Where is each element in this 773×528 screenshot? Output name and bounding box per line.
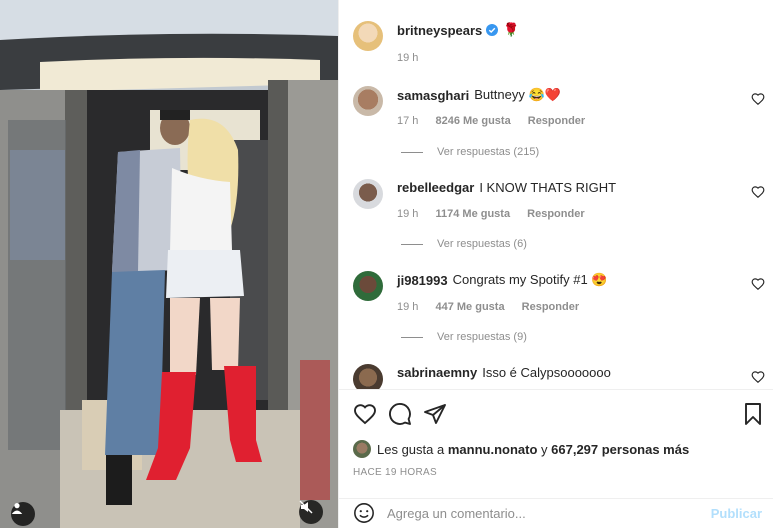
likes-connector: y — [541, 441, 548, 457]
likes-summary: Les gusta a mannu.nonato y 667,297 perso… — [353, 440, 689, 458]
comment-like-heart-icon[interactable] — [751, 92, 765, 106]
save-icon[interactable] — [741, 402, 765, 426]
comment-like-heart-icon[interactable] — [751, 277, 765, 291]
liker-avatar[interactable] — [353, 440, 371, 458]
reply-button[interactable]: Responder — [527, 208, 584, 220]
comment-text: Congrats my Spotify #1 😍 — [452, 272, 608, 287]
comment-likes[interactable]: 447 Me gusta — [435, 301, 504, 313]
reply-button[interactable]: Responder — [528, 115, 585, 127]
comment-meta: 19 h 1174 Me gusta Responder — [397, 208, 585, 220]
heart-icon[interactable] — [353, 402, 377, 426]
post-timestamp: HACE 19 HORAS — [353, 467, 437, 478]
share-icon[interactable] — [423, 402, 447, 426]
comment-input[interactable]: Agrega un comentario... — [387, 506, 526, 521]
reply-button[interactable]: Responder — [522, 301, 579, 313]
comment-text: Isso é Calypsooooooo — [482, 365, 611, 380]
view-replies-button[interactable]: Ver respuestas (6) — [401, 238, 527, 250]
comment-meta: 17 h 8246 Me gusta Responder — [397, 115, 586, 127]
comment-like-heart-icon[interactable] — [751, 185, 765, 199]
post-photo — [0, 0, 338, 528]
comment-box: Agrega un comentario... Publicar — [339, 498, 773, 528]
comment-text: I KNOW THATS RIGHT — [479, 180, 617, 195]
comment-meta: 19 h 447 Me gusta Responder — [397, 301, 580, 313]
mute-icon — [299, 500, 313, 514]
liker-username[interactable]: mannu.nonato — [448, 442, 538, 457]
verified-icon — [486, 24, 499, 36]
comment-like-heart-icon[interactable] — [751, 370, 765, 384]
comment-likes[interactable]: 8246 Me gusta — [435, 115, 510, 127]
comment-likes[interactable]: 1174 Me gusta — [435, 208, 510, 220]
comment-avatar[interactable] — [353, 271, 383, 301]
author-emoji: 🌹 — [503, 22, 520, 37]
user-tag-icon — [11, 503, 23, 514]
author-username[interactable]: britneyspears — [397, 23, 482, 38]
emoji-icon[interactable] — [353, 502, 375, 524]
author-avatar[interactable] — [353, 21, 383, 51]
post-time: 19 h — [397, 52, 419, 64]
publish-button[interactable]: Publicar — [711, 506, 762, 521]
post-media[interactable] — [0, 0, 338, 528]
comment-avatar[interactable] — [353, 86, 383, 116]
likes-count[interactable]: 667,297 personas más — [551, 442, 689, 457]
post-panel: britneyspears 🌹 19 h samasghari Buttneyy… — [338, 0, 773, 528]
comment-username[interactable]: samasghari — [397, 88, 469, 103]
comment-row: sabrinaemny Isso é Calypsooooooo — [397, 365, 611, 380]
comment-username[interactable]: rebelleedgar — [397, 180, 474, 195]
comment-row: ji981993 Congrats my Spotify #1 😍 — [397, 272, 608, 288]
comment-avatar[interactable] — [353, 179, 383, 209]
view-replies-button[interactable]: Ver respuestas (9) — [401, 331, 527, 343]
post-header: britneyspears 🌹 — [397, 22, 519, 38]
tagged-users-button[interactable] — [11, 502, 35, 526]
mute-button[interactable] — [299, 500, 323, 524]
view-replies-button[interactable]: Ver respuestas (215) — [401, 146, 539, 158]
comment-row: rebelleedgar I KNOW THATS RIGHT — [397, 180, 616, 195]
comment-row: samasghari Buttneyy 😂❤️ — [397, 87, 561, 103]
likes-prefix: Les gusta a — [377, 441, 445, 457]
comment-username[interactable]: ji981993 — [397, 273, 448, 288]
comment-text: Buttneyy 😂❤️ — [474, 87, 561, 102]
comment-username[interactable]: sabrinaemny — [397, 365, 477, 380]
comment-icon[interactable] — [388, 402, 412, 426]
